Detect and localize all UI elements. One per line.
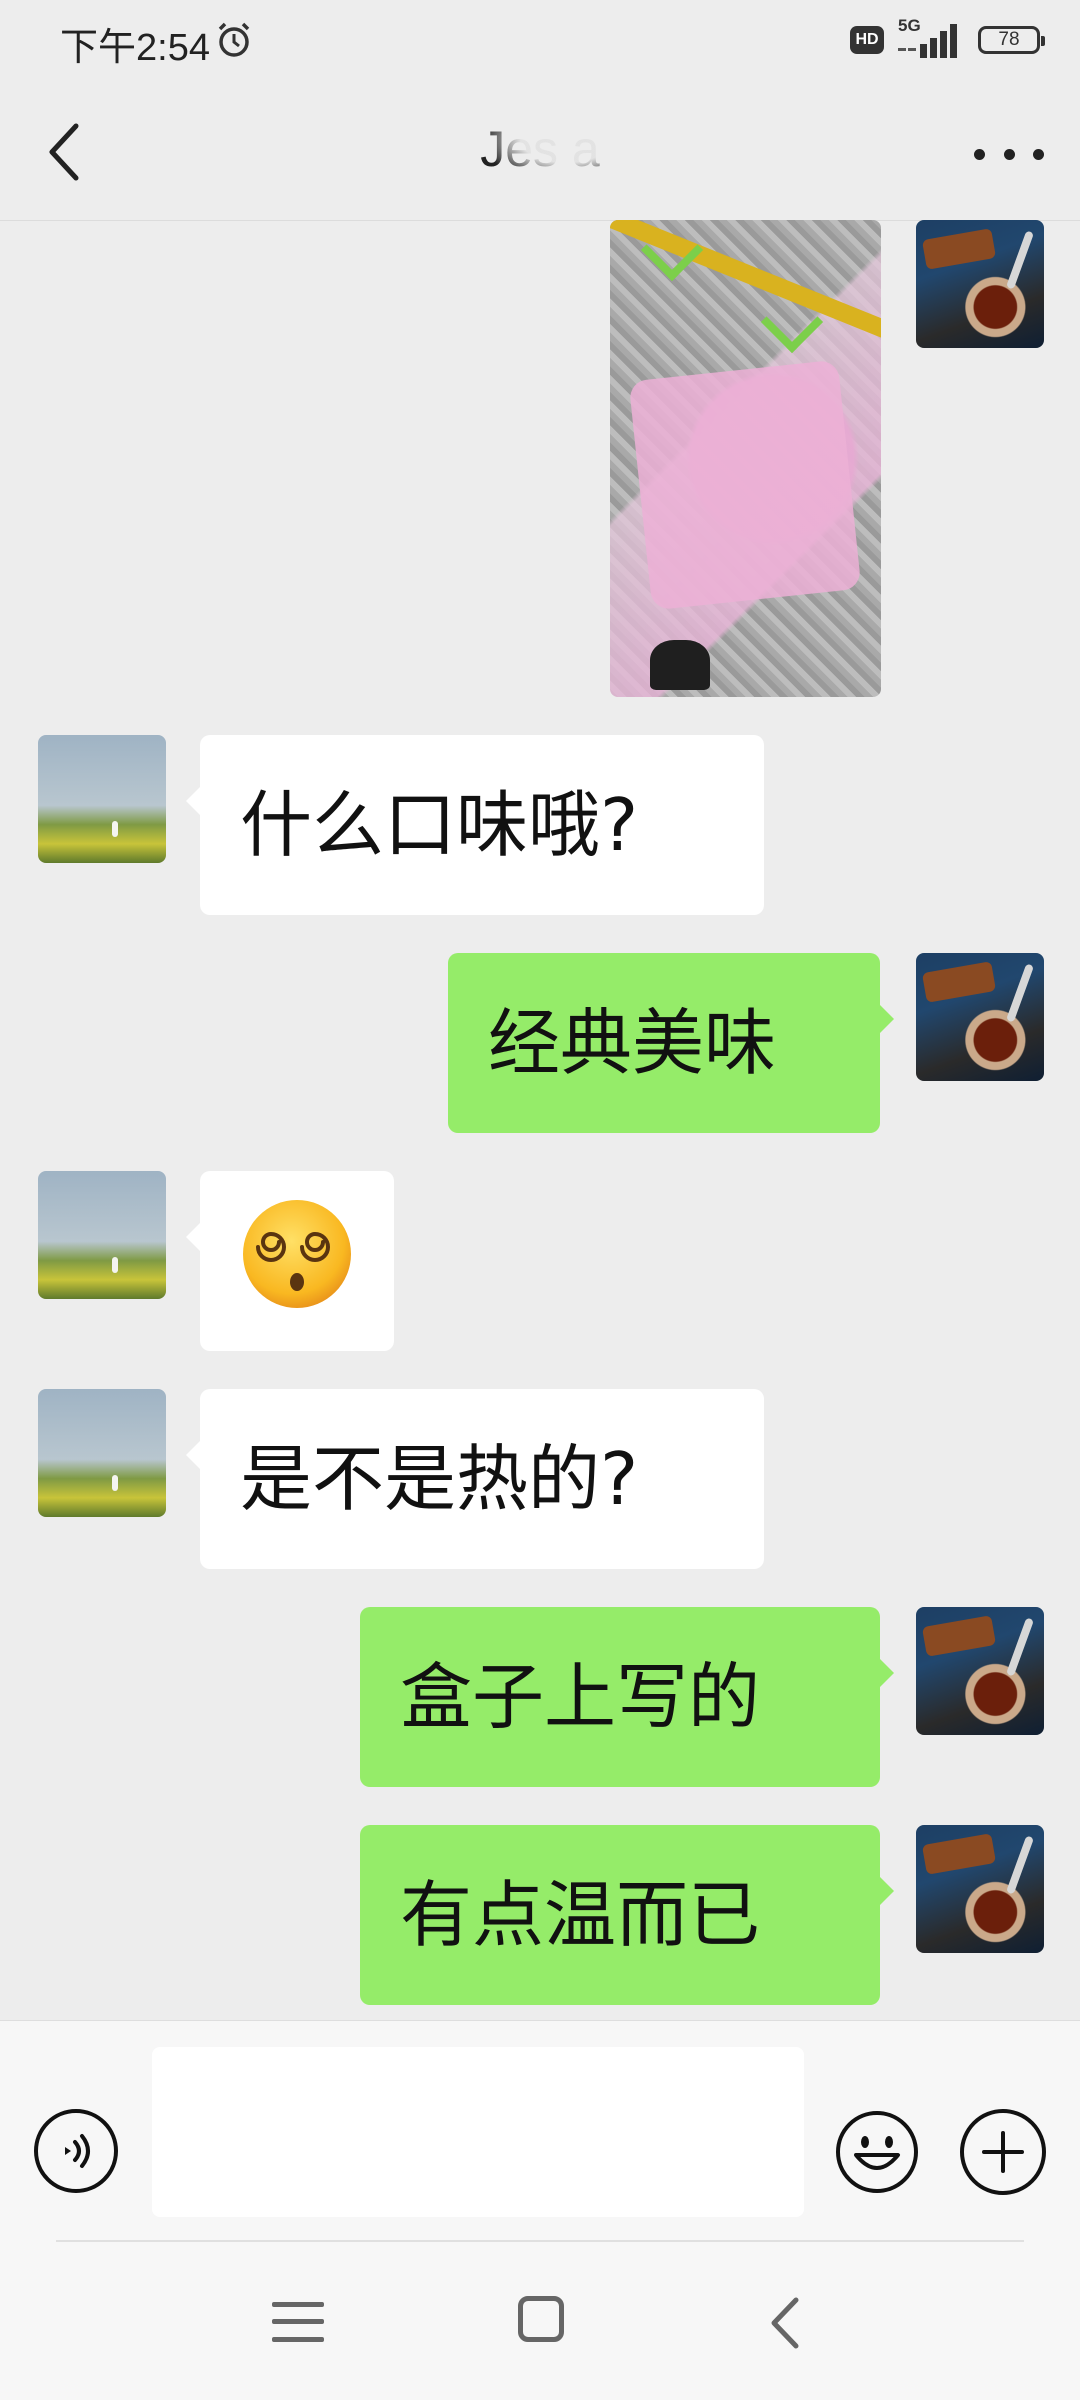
outgoing-message-bubble[interactable]: 盒子上写的 <box>360 1607 894 1787</box>
photo-message[interactable] <box>610 220 881 697</box>
my-avatar[interactable] <box>916 1607 1044 1735</box>
more-dots-icon[interactable] <box>974 134 1044 174</box>
incoming-message-bubble[interactable]: 什么口味哦? <box>186 735 764 915</box>
home-icon[interactable] <box>518 2296 564 2342</box>
status-bar: 下午2:54 HD 5G 78 <box>0 0 1080 80</box>
plus-icon <box>982 2131 1024 2173</box>
my-avatar[interactable] <box>916 953 1044 1081</box>
message-text: 盒子上写的 <box>400 1655 761 1739</box>
contact-avatar[interactable] <box>38 1389 166 1517</box>
message-input[interactable] <box>152 2047 804 2217</box>
message-input-bar <box>0 2020 1080 2251</box>
alarm-icon <box>218 22 250 57</box>
outgoing-message-bubble[interactable]: 经典美味 <box>448 953 894 1133</box>
dizzy-face-emoji <box>239 1196 355 1327</box>
photo-detail <box>628 359 862 611</box>
title-blur-overlay <box>486 100 646 180</box>
status-indicators: HD 5G 78 <box>850 16 1045 62</box>
signal-indicator: 5G <box>896 16 966 62</box>
message-text: 有点温而已 <box>400 1873 761 1957</box>
incoming-message-bubble[interactable]: 是不是热的? <box>186 1389 764 1569</box>
status-time: 下午2:54 <box>60 27 210 69</box>
contact-avatar[interactable] <box>38 1171 166 1299</box>
system-nav-bar <box>0 2250 1080 2400</box>
message-text: 经典美味 <box>488 1001 777 1085</box>
voice-input-button[interactable] <box>34 2109 118 2193</box>
message-text: 什么口味哦? <box>240 783 639 867</box>
battery-indicator: 78 <box>978 26 1045 54</box>
menu-icon[interactable] <box>272 2296 324 2348</box>
message-text: 是不是热的? <box>240 1437 639 1521</box>
outgoing-message-bubble[interactable]: 有点温而已 <box>360 1825 894 2005</box>
network-type: 5G <box>898 16 921 35</box>
plus-button[interactable] <box>960 2109 1046 2195</box>
photo-detail <box>650 640 710 690</box>
contact-avatar[interactable] <box>38 735 166 863</box>
hd-badge: HD <box>850 26 884 54</box>
incoming-emoji-bubble[interactable] <box>186 1171 394 1351</box>
my-avatar[interactable] <box>916 220 1044 348</box>
voice-icon <box>65 2134 90 2168</box>
nav-back-icon[interactable] <box>760 2294 810 2352</box>
chat-header: Jes a <box>0 80 1080 221</box>
divider <box>56 2240 1024 2242</box>
my-avatar[interactable] <box>916 1825 1044 1953</box>
emoji-icon[interactable] <box>834 2109 920 2195</box>
